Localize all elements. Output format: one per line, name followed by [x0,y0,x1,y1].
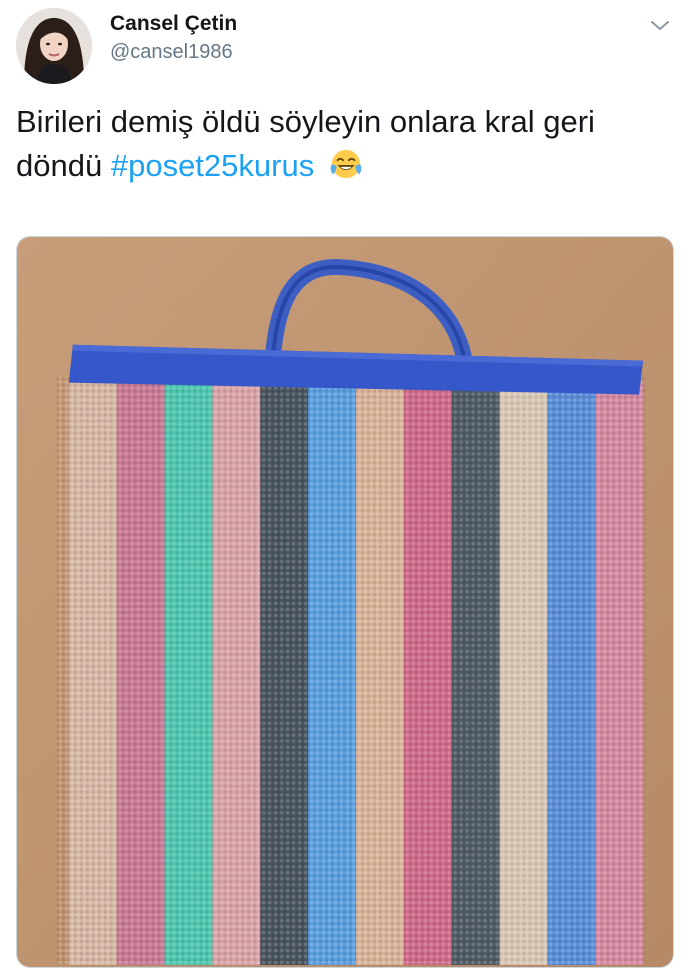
hashtag-link[interactable]: #poset25kurus [111,148,314,183]
tweet-photo[interactable] [16,236,674,968]
user-handle[interactable]: @cansel1986 [110,38,237,66]
striped-bag-photo [17,237,673,967]
tweet-text: Birileri demiş öldü söyleyin onlara kral… [16,100,680,188]
avatar-image [16,8,92,84]
display-name[interactable]: Cansel Çetin [110,10,237,38]
face-with-tears-of-joy-icon [330,149,362,179]
chevron-down-icon[interactable] [648,14,672,38]
avatar[interactable] [16,8,92,84]
tweet-header: Cansel Çetin @cansel1986 [16,8,676,84]
